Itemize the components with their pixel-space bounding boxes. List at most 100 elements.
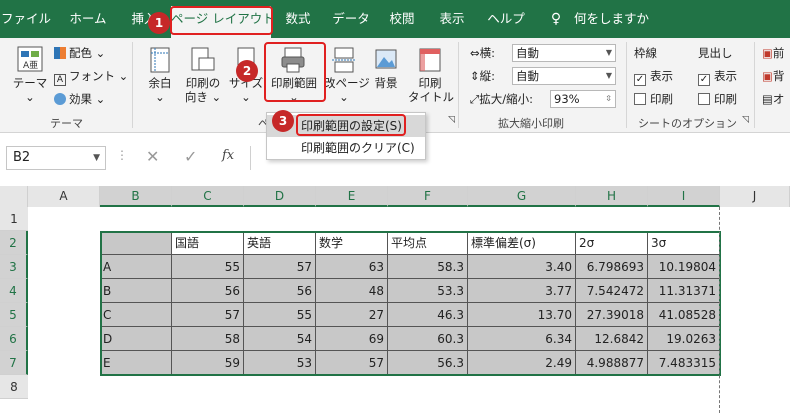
tab-data[interactable]: データ	[330, 0, 372, 38]
enter-icon[interactable]: ✓	[184, 147, 197, 166]
table-cell[interactable]: 7.542472	[576, 279, 648, 303]
table-cell[interactable]: 57	[244, 255, 316, 279]
column-header-i[interactable]: I	[648, 186, 720, 207]
selection-pane-button[interactable]: ▤オ	[762, 90, 784, 108]
row-header-5[interactable]: 5	[0, 303, 28, 327]
column-header-f[interactable]: F	[388, 186, 468, 207]
table-cell[interactable]: 63	[316, 255, 388, 279]
function-icon[interactable]: fx	[222, 148, 234, 163]
tab-home[interactable]: ホーム	[64, 0, 112, 38]
table-cell[interactable]: 46.3	[388, 303, 468, 327]
table-cell[interactable]: 11.31371	[648, 279, 720, 303]
table-cell[interactable]: 6.34	[468, 327, 576, 351]
effects-button[interactable]: 効果 ⌄	[54, 90, 105, 108]
margins-button[interactable]: 余白 ⌄	[142, 46, 178, 104]
table-header-cell[interactable]: 3σ	[648, 231, 720, 255]
table-cell[interactable]: 12.6842	[576, 327, 648, 351]
orientation-button[interactable]: 印刷の 向き ⌄	[180, 46, 226, 104]
column-header-h[interactable]: H	[576, 186, 648, 207]
table-cell[interactable]: C	[100, 303, 172, 327]
scale-input[interactable]: 93% ⇳	[550, 90, 616, 108]
row-header-1[interactable]: 1	[0, 207, 28, 231]
breaks-button[interactable]: 改ページ ⌄	[324, 46, 370, 104]
table-cell[interactable]: 55	[244, 303, 316, 327]
row-header-7[interactable]: 7	[0, 351, 28, 375]
table-cell[interactable]: 69	[316, 327, 388, 351]
column-header-d[interactable]: D	[244, 186, 316, 207]
table-header-cell[interactable]	[100, 231, 172, 255]
table-header-cell[interactable]: 2σ	[576, 231, 648, 255]
table-cell[interactable]: 54	[244, 327, 316, 351]
table-cell[interactable]: 4.988877	[576, 351, 648, 375]
clear-print-area-menu-item[interactable]: 印刷範囲のクリア(C)	[267, 137, 425, 159]
table-cell[interactable]: 10.19804	[648, 255, 720, 279]
table-cell[interactable]: 58	[172, 327, 244, 351]
column-header-j[interactable]: J	[720, 186, 790, 207]
cancel-icon[interactable]: ✕	[146, 147, 159, 166]
table-cell[interactable]: 27.39018	[576, 303, 648, 327]
table-cell[interactable]: D	[100, 327, 172, 351]
dialog-launcher-icon[interactable]: ◹	[742, 115, 749, 125]
headings-view-checkbox[interactable]: ✓ 表示	[698, 67, 737, 86]
gridlines-print-checkbox[interactable]: 印刷	[634, 90, 673, 108]
colors-button[interactable]: 配色 ⌄	[54, 44, 105, 62]
table-cell[interactable]: A	[100, 255, 172, 279]
table-cell[interactable]: 13.70	[468, 303, 576, 327]
bring-forward-button[interactable]: ▣前	[762, 44, 784, 62]
table-cell[interactable]: 3.77	[468, 279, 576, 303]
dialog-launcher-icon[interactable]: ◹	[448, 115, 455, 125]
tab-review[interactable]: 校閲	[384, 0, 420, 38]
column-header-b[interactable]: B	[100, 186, 172, 207]
table-cell[interactable]: 55	[172, 255, 244, 279]
row-header-3[interactable]: 3	[0, 255, 28, 279]
table-cell[interactable]: B	[100, 279, 172, 303]
column-header-e[interactable]: E	[316, 186, 388, 207]
table-header-cell[interactable]: 英語	[244, 231, 316, 255]
table-cell[interactable]: 58.3	[388, 255, 468, 279]
themes-button[interactable]: A亜 テーマ ⌄	[8, 44, 52, 104]
table-cell[interactable]: 56	[244, 279, 316, 303]
column-header-c[interactable]: C	[172, 186, 244, 207]
table-cell[interactable]: 57	[316, 351, 388, 375]
table-cell[interactable]: 53.3	[388, 279, 468, 303]
row-header-6[interactable]: 6	[0, 327, 28, 351]
background-button[interactable]: 背景	[366, 46, 406, 90]
row-header-4[interactable]: 4	[0, 279, 28, 303]
table-cell[interactable]: 56.3	[388, 351, 468, 375]
table-cell[interactable]: 27	[316, 303, 388, 327]
tell-me-search[interactable]: 何をしますか	[574, 0, 649, 38]
table-cell[interactable]: 7.483315	[648, 351, 720, 375]
table-cell[interactable]: 41.08528	[648, 303, 720, 327]
table-cell[interactable]: 59	[172, 351, 244, 375]
tab-view[interactable]: 表示	[434, 0, 470, 38]
height-select[interactable]: 自動 ▼	[512, 67, 616, 85]
tab-formulas[interactable]: 数式	[280, 0, 316, 38]
name-box[interactable]: B2 ▼	[6, 146, 106, 170]
column-header-g[interactable]: G	[468, 186, 576, 207]
table-header-cell[interactable]: 標準偏差(σ)	[468, 231, 576, 255]
table-cell[interactable]: 19.0263	[648, 327, 720, 351]
gridlines-view-checkbox[interactable]: ✓ 表示	[634, 67, 673, 86]
fonts-button[interactable]: A フォント ⌄	[54, 67, 128, 86]
table-cell[interactable]: 2.49	[468, 351, 576, 375]
tab-help[interactable]: ヘルプ	[484, 0, 528, 38]
headings-print-checkbox[interactable]: 印刷	[698, 90, 737, 108]
table-header-cell[interactable]: 平均点	[388, 231, 468, 255]
spinner-icon[interactable]: ⇳	[605, 91, 612, 107]
width-select[interactable]: 自動 ▼	[512, 44, 616, 62]
table-cell[interactable]: 57	[172, 303, 244, 327]
column-header-a[interactable]: A	[28, 186, 100, 207]
table-header-cell[interactable]: 国語	[172, 231, 244, 255]
tab-file[interactable]: ファイル	[0, 0, 52, 38]
table-cell[interactable]: 3.40	[468, 255, 576, 279]
select-all-corner[interactable]	[0, 186, 28, 207]
row-header-2[interactable]: 2	[0, 231, 28, 255]
table-cell[interactable]: E	[100, 351, 172, 375]
print-titles-button[interactable]: 印刷 タイトル	[408, 46, 454, 104]
table-cell[interactable]: 60.3	[388, 327, 468, 351]
table-cell[interactable]: 48	[316, 279, 388, 303]
table-cell[interactable]: 56	[172, 279, 244, 303]
table-cell[interactable]: 6.798693	[576, 255, 648, 279]
table-cell[interactable]: 53	[244, 351, 316, 375]
row-header-8[interactable]: 8	[0, 375, 28, 399]
